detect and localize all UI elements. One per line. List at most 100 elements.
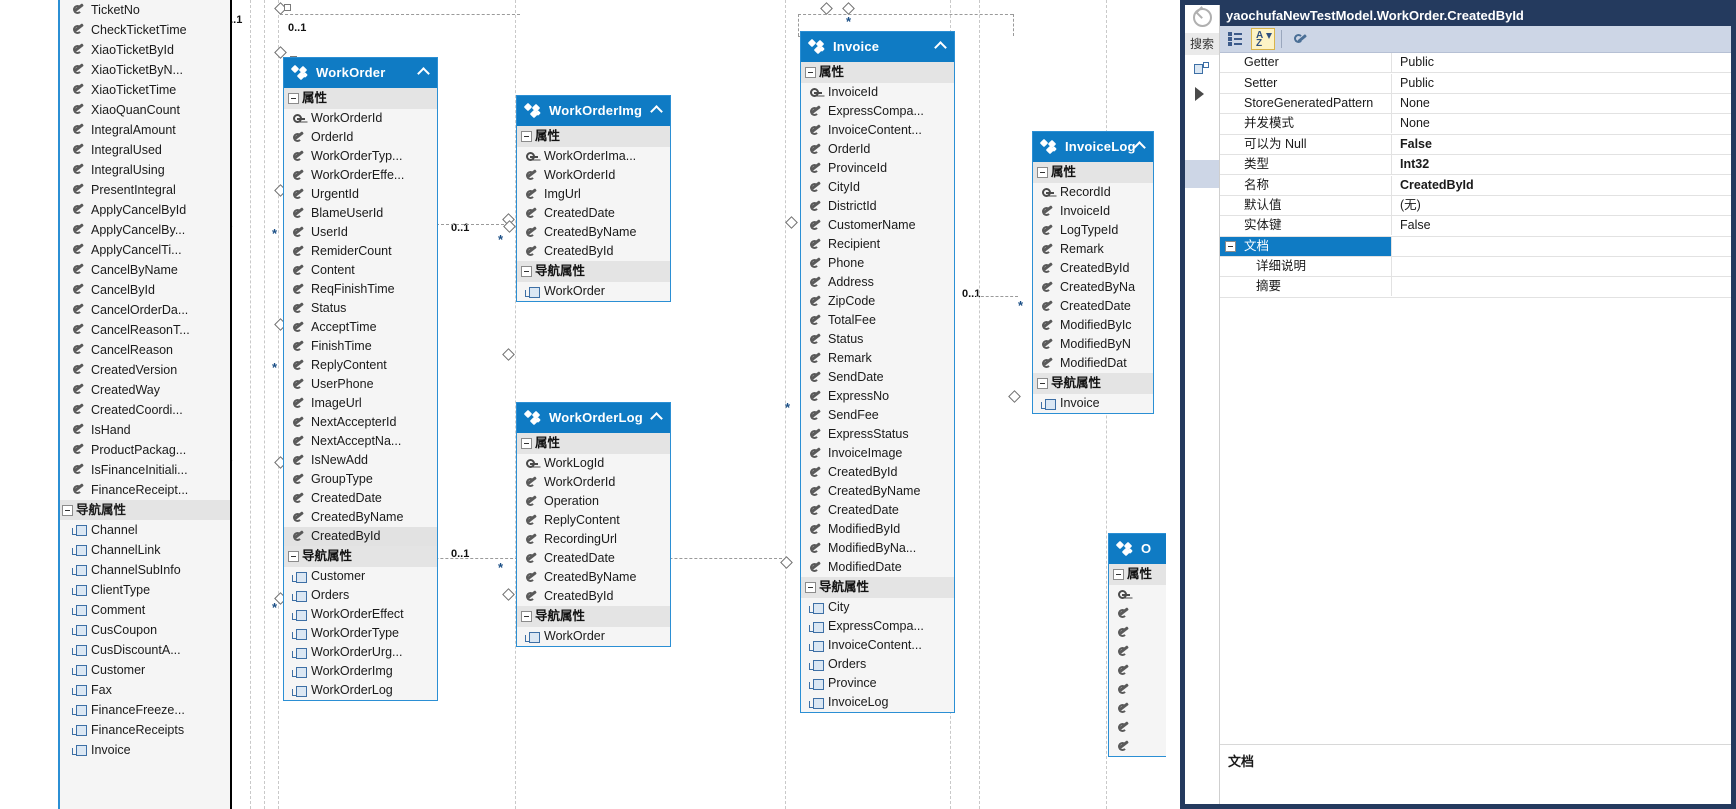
entity-property-row[interactable]: OrderId xyxy=(801,140,954,159)
tree-item[interactable]: XiaoTicketTime xyxy=(60,80,230,100)
entity-property-row[interactable]: CreatedByName xyxy=(517,223,670,242)
chevron-up-icon[interactable] xyxy=(650,105,663,118)
property-row[interactable]: 实体键 False xyxy=(1220,216,1731,237)
relationship-endpoint[interactable] xyxy=(820,2,833,15)
entity-property-row[interactable]: CreatedByName xyxy=(284,508,437,527)
entity-property-row[interactable]: InvoiceId xyxy=(801,83,954,102)
entity-property-row[interactable] xyxy=(1109,585,1167,604)
entity-property-row[interactable]: NextAccepterId xyxy=(284,413,437,432)
entity-property-row[interactable]: Remark xyxy=(801,349,954,368)
entity-property-row[interactable]: CreatedById xyxy=(517,587,670,606)
entity-property-row[interactable]: WorkOrderType xyxy=(284,624,437,643)
entity-box-invoicelog[interactable]: InvoiceLog 属性 RecordId InvoiceId LogTypeId Re… xyxy=(1032,131,1154,414)
tree-item[interactable]: ProductPackag... xyxy=(60,440,230,460)
property-row[interactable]: Getter Public xyxy=(1220,53,1731,74)
entity-property-row[interactable] xyxy=(1109,718,1167,737)
expander-icon[interactable] xyxy=(1113,569,1124,580)
entity-property-row[interactable]: WorkOrder xyxy=(517,282,670,301)
tree-item[interactable]: Invoice xyxy=(60,740,230,760)
property-value[interactable]: False xyxy=(1392,135,1432,154)
property-value[interactable]: Public xyxy=(1392,53,1434,72)
relationship-endpoint[interactable] xyxy=(785,216,798,229)
entity-section-properties[interactable]: 属性 xyxy=(284,88,437,109)
entity-property-row[interactable]: Recipient xyxy=(801,235,954,254)
relationship-endpoint[interactable] xyxy=(502,588,515,601)
property-row[interactable]: StoreGeneratedPattern None xyxy=(1220,93,1731,115)
tree-item[interactable]: XiaoTicketByN... xyxy=(60,60,230,80)
tree-item[interactable]: ChannelSubInfo xyxy=(60,560,230,580)
expander-icon[interactable] xyxy=(521,438,532,449)
entity-property-row[interactable]: WorkLogId xyxy=(517,454,670,473)
entity-header[interactable]: InvoiceLog xyxy=(1033,132,1153,162)
entity-property-row[interactable]: OrderId xyxy=(284,128,437,147)
entity-box-workorderimg[interactable]: WorkOrderImg 属性 WorkOrderIma... WorkOrderId… xyxy=(516,95,671,302)
entity-property-row[interactable]: WorkOrderId xyxy=(517,166,670,185)
tree-item[interactable]: CreatedVersion xyxy=(60,360,230,380)
entity-property-row[interactable] xyxy=(1109,737,1167,756)
entity-section-navigation[interactable]: 导航属性 xyxy=(284,546,437,567)
entity-property-row[interactable]: SendFee xyxy=(801,406,954,425)
entity-property-row[interactable]: ExpressCompa... xyxy=(801,617,954,636)
tree-group-header[interactable]: 导航属性 xyxy=(60,500,230,520)
entity-property-row[interactable] xyxy=(1109,661,1167,680)
entity-property-row[interactable]: InvoiceContent... xyxy=(801,121,954,140)
entity-property-row[interactable]: FinishTime xyxy=(284,337,437,356)
tree-item[interactable]: CancelOrderDa... xyxy=(60,300,230,320)
tree-item[interactable]: CreatedWay xyxy=(60,380,230,400)
tree-item[interactable]: ApplyCancelTi... xyxy=(60,240,230,260)
entity-section-navigation[interactable]: 导航属性 xyxy=(801,577,954,598)
expander-icon[interactable] xyxy=(521,131,532,142)
entity-property-row[interactable]: ReplyContent xyxy=(517,511,670,530)
relationship-endpoint[interactable] xyxy=(502,348,515,361)
entity-property-row[interactable]: Province xyxy=(801,674,954,693)
entity-property-row[interactable]: Content xyxy=(284,261,437,280)
categorized-view-button[interactable] xyxy=(1224,28,1248,50)
entity-property-row[interactable]: ModifiedById xyxy=(801,520,954,539)
entity-section-navigation[interactable]: 导航属性 xyxy=(1033,373,1153,394)
entity-property-row[interactable]: InvoiceLog xyxy=(801,693,954,712)
entity-property-row[interactable]: WorkOrderEffect xyxy=(284,605,437,624)
properties-sidebar[interactable]: 搜索 xyxy=(1185,5,1220,804)
entity-property-row[interactable]: CreatedByName xyxy=(801,482,954,501)
entity-property-row[interactable]: TotalFee xyxy=(801,311,954,330)
property-row[interactable]: 可以为 Null False xyxy=(1220,134,1731,155)
entity-property-row[interactable]: ZipCode xyxy=(801,292,954,311)
expander-icon[interactable] xyxy=(1037,167,1048,178)
expander-icon[interactable] xyxy=(288,551,299,562)
tree-item[interactable]: PresentIntegral xyxy=(60,180,230,200)
entity-property-row[interactable]: RecordingUrl xyxy=(517,530,670,549)
entity-property-row[interactable]: ExpressCompa... xyxy=(801,102,954,121)
entity-property-row[interactable]: ImageUrl xyxy=(284,394,437,413)
expander-icon[interactable] xyxy=(62,504,73,516)
entity-property-row[interactable]: InvoiceContent... xyxy=(801,636,954,655)
entity-property-row[interactable]: BlameUserId xyxy=(284,204,437,223)
tree-item[interactable]: Customer xyxy=(60,660,230,680)
entity-property-row[interactable]: Orders xyxy=(801,655,954,674)
search-tab[interactable]: 搜索 xyxy=(1185,33,1219,55)
entity-section-navigation[interactable]: 导航属性 xyxy=(517,606,670,627)
entity-property-row[interactable]: Invoice xyxy=(1033,394,1153,413)
entity-property-row[interactable]: DistrictId xyxy=(801,197,954,216)
expander-icon[interactable] xyxy=(521,611,532,622)
entity-property-row[interactable]: SendDate xyxy=(801,368,954,387)
entity-property-row[interactable]: ModifiedByN xyxy=(1033,335,1153,354)
tree-item[interactable]: CancelReason xyxy=(60,340,230,360)
entity-property-row[interactable]: CreatedByName xyxy=(517,568,670,587)
tree-item[interactable]: ClientType xyxy=(60,580,230,600)
entity-property-row[interactable]: RemiderCount xyxy=(284,242,437,261)
entity-header[interactable]: Invoice xyxy=(801,32,954,62)
back-icon[interactable] xyxy=(1193,8,1212,27)
entity-property-row[interactable]: ReplyContent xyxy=(284,356,437,375)
entity-property-row[interactable]: WorkOrderTyp... xyxy=(284,147,437,166)
entity-property-row[interactable]: WorkOrderLog xyxy=(284,681,437,700)
tree-item[interactable]: CreatedCoordi... xyxy=(60,400,230,420)
entity-property-row[interactable]: Status xyxy=(801,330,954,349)
property-row[interactable]: 默认值 (无) xyxy=(1220,195,1731,217)
entity-property-row[interactable]: IsNewAdd xyxy=(284,451,437,470)
chevron-up-icon[interactable] xyxy=(934,41,947,54)
entity-property-row[interactable]: ProvinceId xyxy=(801,159,954,178)
entity-property-row[interactable]: ReqFinishTime xyxy=(284,280,437,299)
entity-header[interactable]: WorkOrderLog xyxy=(517,403,670,433)
entity-property-row[interactable]: Customer xyxy=(284,567,437,586)
property-value[interactable]: False xyxy=(1392,216,1431,235)
